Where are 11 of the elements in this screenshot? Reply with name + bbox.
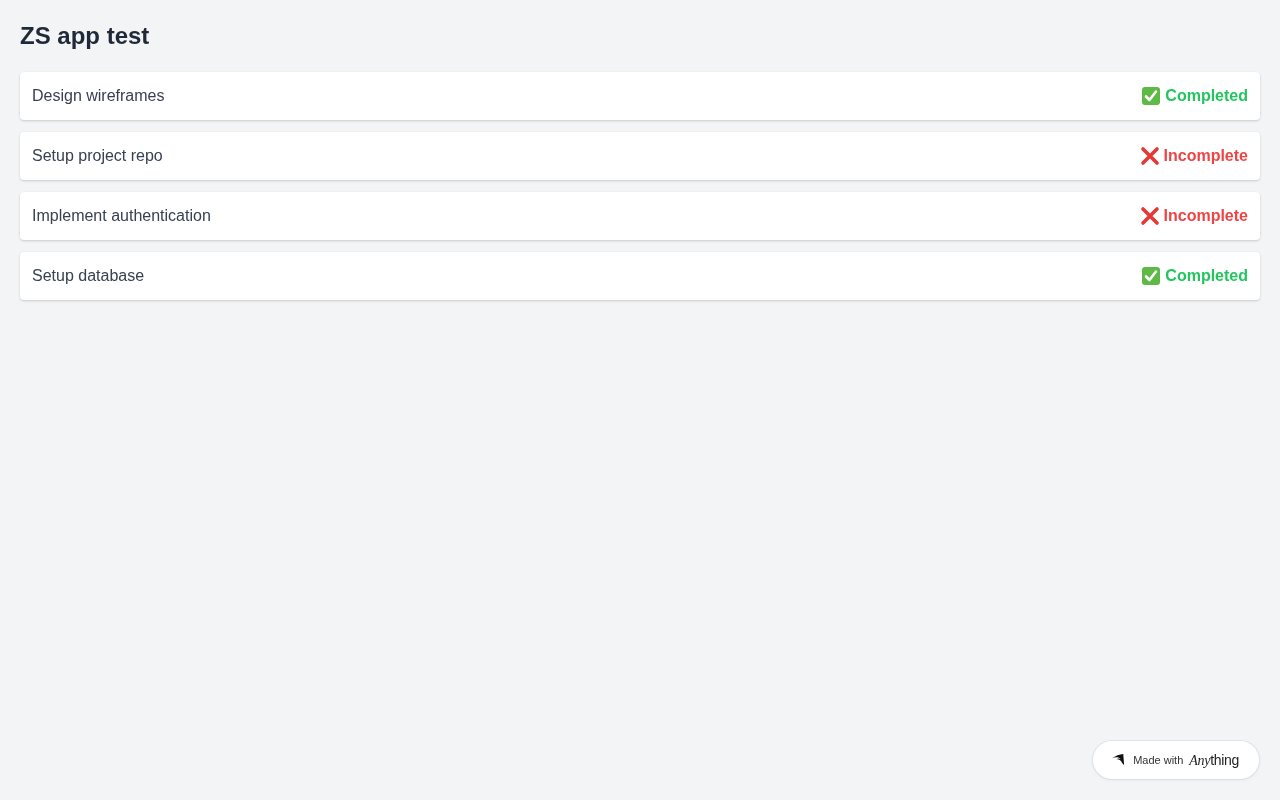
task-name: Setup project repo (32, 147, 163, 165)
made-with-badge-link[interactable]: Made with Anything (1093, 741, 1259, 779)
task-name: Setup database (32, 267, 145, 285)
logo-icon (1111, 753, 1126, 767)
task-name: Design wireframes (32, 87, 165, 105)
page-title: ZS app test (20, 21, 151, 51)
status-label: Completed (1165, 87, 1248, 105)
task-name: Implement authentication (32, 207, 211, 225)
status-label: Incomplete (1163, 147, 1248, 165)
status-label: Completed (1165, 267, 1248, 285)
status-label: Incomplete (1163, 207, 1248, 225)
